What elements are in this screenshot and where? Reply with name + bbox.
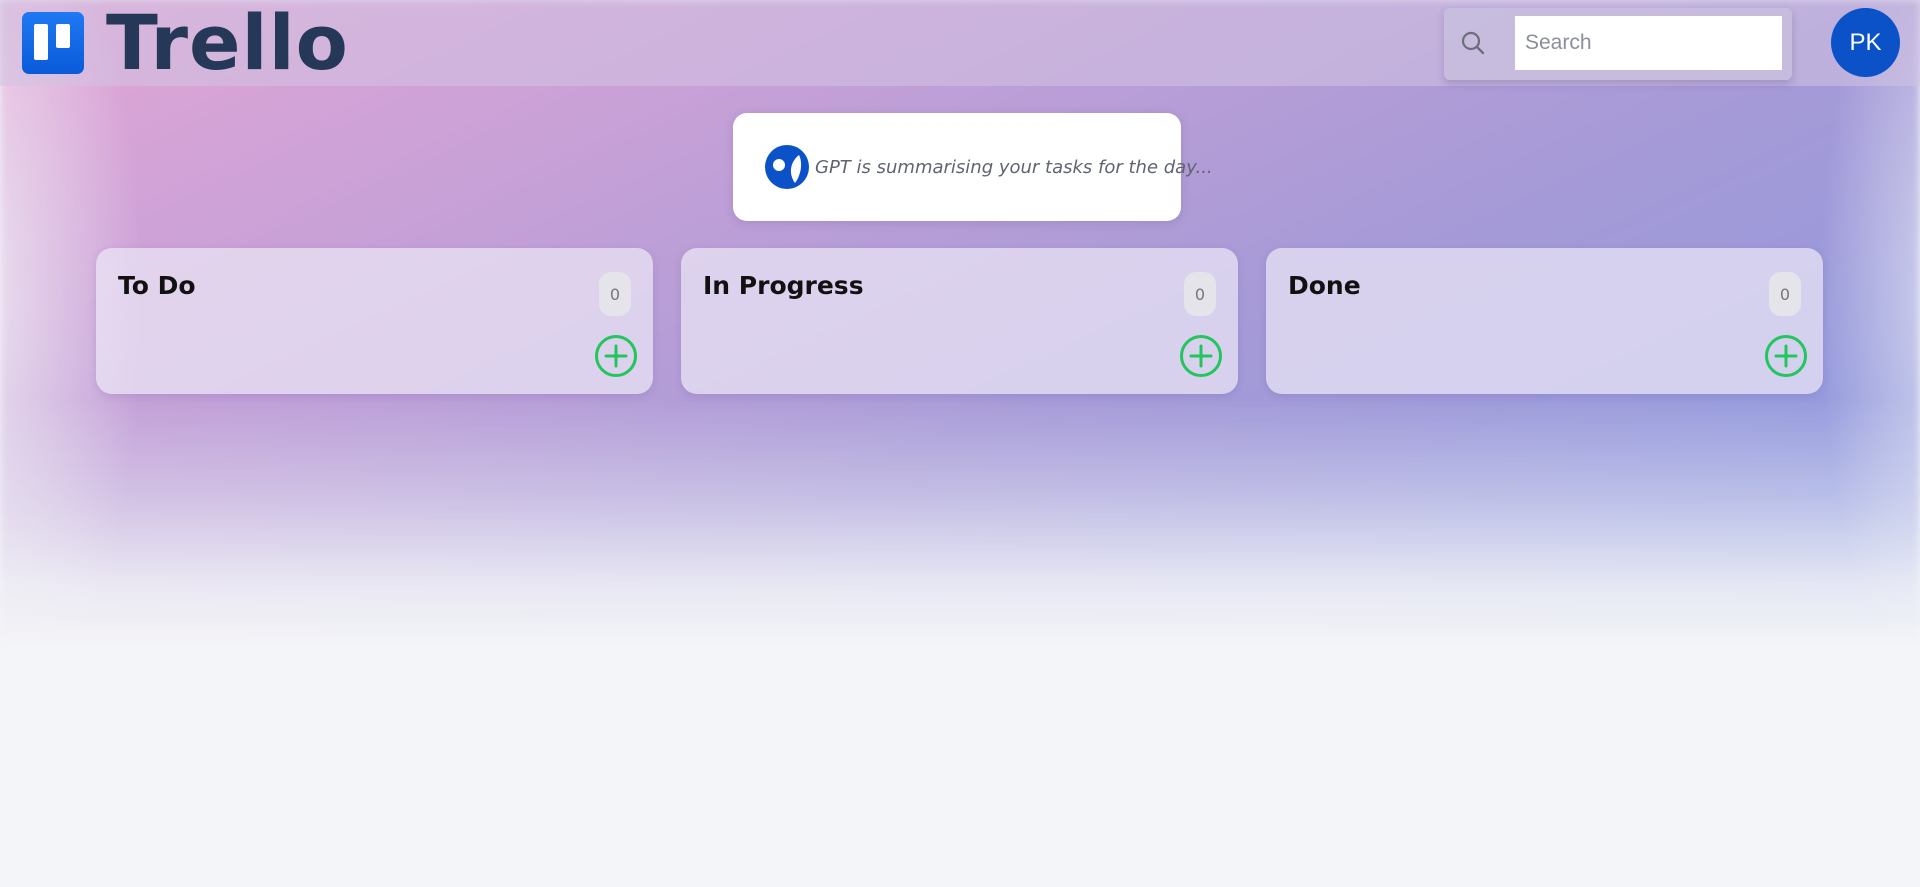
column-title: To Do [118, 271, 196, 300]
gpt-icon [765, 145, 809, 189]
column-title: Done [1288, 271, 1361, 300]
search-input[interactable] [1515, 16, 1782, 70]
app-header: Trello PK [0, 0, 1920, 86]
column-todo: To Do 0 [96, 248, 653, 394]
search-bar [1444, 8, 1792, 80]
add-task-button[interactable] [1764, 334, 1808, 378]
column-title: In Progress [703, 271, 864, 300]
avatar[interactable]: PK [1831, 8, 1900, 77]
column-done: Done 0 [1266, 248, 1823, 394]
trello-logo-icon [22, 12, 84, 74]
summary-text: GPT is summarising your tasks for the da… [815, 156, 1213, 178]
task-count-badge: 0 [1769, 272, 1801, 316]
search-icon[interactable] [1458, 28, 1488, 58]
add-task-button[interactable] [594, 334, 638, 378]
logo[interactable]: Trello [22, 0, 349, 87]
add-task-button[interactable] [1179, 334, 1223, 378]
task-count-badge: 0 [1184, 272, 1216, 316]
gpt-summary-card: GPT is summarising your tasks for the da… [733, 113, 1213, 221]
task-count-badge: 0 [599, 272, 631, 316]
column-in-progress: In Progress 0 [681, 248, 1238, 394]
logo-text: Trello [106, 0, 349, 87]
avatar-initials: PK [1849, 28, 1882, 56]
